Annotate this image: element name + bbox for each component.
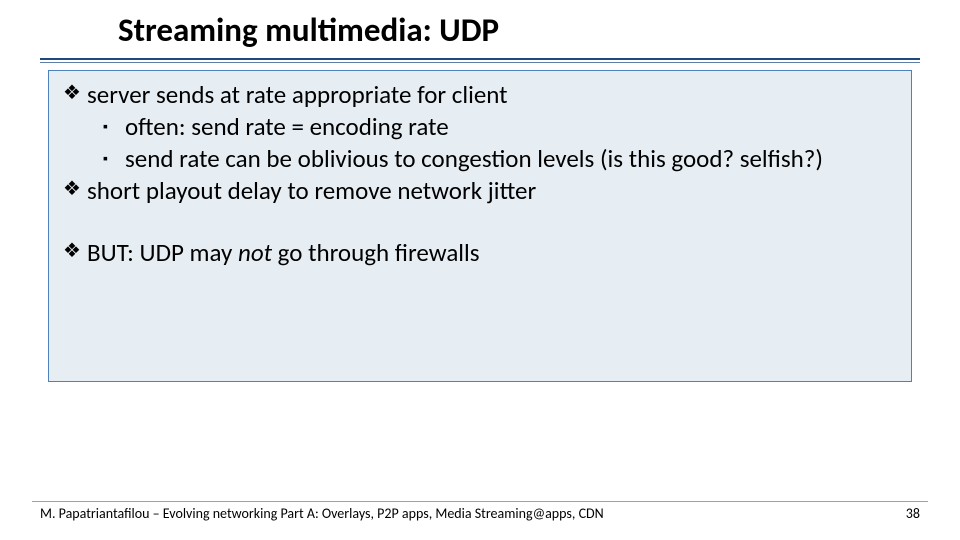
title-rule-thick: [40, 58, 920, 60]
slide: Streaming multimedia: UDP ❖ server sends…: [0, 0, 960, 540]
title-wrap: Streaming multimedia: UDP: [0, 0, 960, 50]
bullet-text: short playout delay to remove network ji…: [87, 175, 897, 207]
diamond-icon: ❖: [63, 237, 87, 265]
bullet-text: server sends at rate appropriate for cli…: [87, 79, 897, 111]
bullet-level1: ❖ server sends at rate appropriate for c…: [63, 79, 897, 111]
footer-rule: [32, 501, 928, 502]
bullet-level1: ❖ short playout delay to remove network …: [63, 175, 897, 207]
square-icon: ▪: [103, 143, 125, 168]
content-box: ❖ server sends at rate appropriate for c…: [48, 70, 912, 382]
page-number: 38: [906, 505, 920, 522]
slide-title: Streaming multimedia: UDP: [118, 10, 960, 50]
spacer: [63, 207, 897, 237]
text-run: BUT: UDP may: [87, 237, 238, 268]
title-rule-thin: [40, 62, 920, 63]
text-em: not: [238, 237, 272, 268]
bullet-level2: ▪ send rate can be oblivious to congesti…: [63, 143, 897, 175]
bullet-text: send rate can be oblivious to congestion…: [125, 143, 897, 175]
bullet-level2: ▪ often: send rate = encoding rate: [63, 111, 897, 143]
diamond-icon: ❖: [63, 79, 87, 107]
footer-text: M. Papatriantafilou – Evolving networkin…: [40, 505, 604, 522]
square-icon: ▪: [103, 111, 125, 136]
bullet-text: often: send rate = encoding rate: [125, 111, 897, 143]
diamond-icon: ❖: [63, 175, 87, 203]
bullet-text: BUT: UDP may not go through firewalls: [87, 237, 897, 269]
text-run: go through firewalls: [272, 237, 480, 268]
bullet-level1: ❖ BUT: UDP may not go through firewalls: [63, 237, 897, 269]
